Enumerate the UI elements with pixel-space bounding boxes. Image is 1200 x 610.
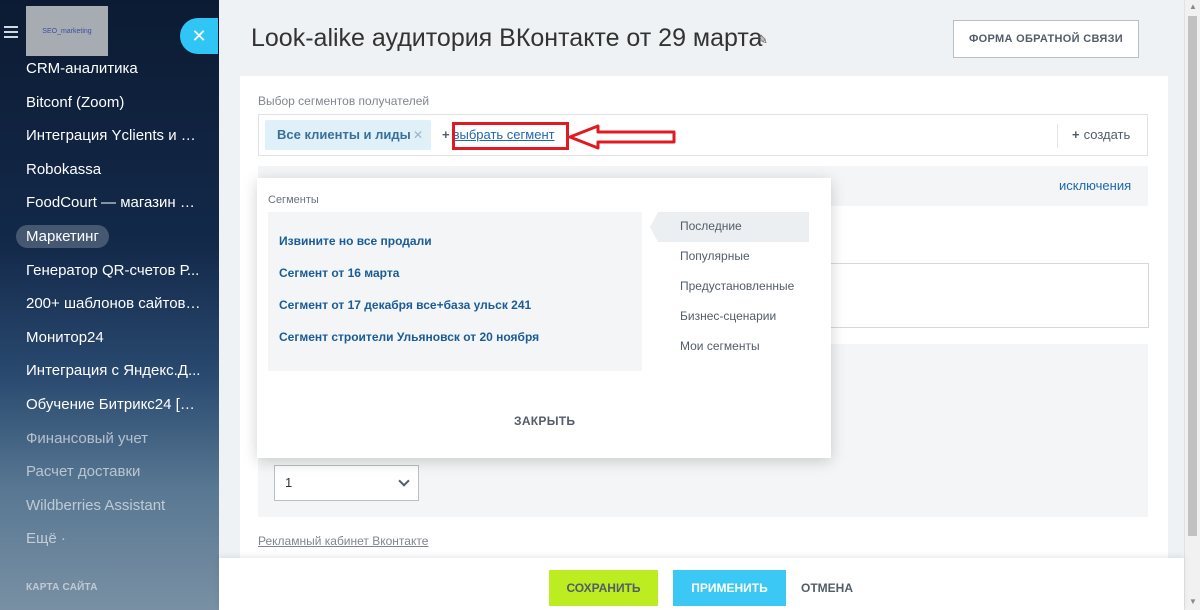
sidebar-menu: CRM-аналитика Bitconf (Zoom) Интеграция … [0, 52, 219, 556]
sitemap-link[interactable]: КАРТА САЙТА [26, 582, 98, 593]
segment-category-tabs: Последние Популярные Предустановленные Б… [650, 212, 809, 362]
annotation-arrow [568, 124, 676, 150]
close-slider-button[interactable]: ✕ [180, 18, 218, 54]
segment-item[interactable]: Извините но все продали [279, 234, 432, 248]
sidebar-item-bitrix-training[interactable]: Обучение Битрикс24 [E... [0, 388, 219, 422]
sidebar-item-label: Интеграция Yclients и Б... [26, 127, 204, 145]
remove-chip-icon[interactable]: ✕ [413, 120, 423, 150]
sidebar-item-delivery[interactable]: Расчет доставки [0, 455, 219, 489]
tab-preset[interactable]: Предустановленные [658, 272, 809, 302]
sidebar-item-label: Маркетинг [16, 224, 109, 248]
sidebar-item-crm-analytics[interactable]: CRM-аналитика [0, 52, 219, 86]
apply-button[interactable]: ПРИМЕНИТЬ [673, 570, 786, 606]
segment-item[interactable]: Сегмент строители Ульяновск от 20 ноября [279, 330, 539, 344]
sidebar-item-bitconf[interactable]: Bitconf (Zoom) [0, 86, 219, 120]
sidebar-item-label: Монитор24 [26, 328, 104, 346]
sidebar-item-wildberries[interactable]: Wildberries Assistant [0, 489, 219, 523]
sidebar-item-robokassa[interactable]: Robokassa [0, 153, 219, 187]
sidebar-item-more[interactable]: Ещё · [0, 522, 219, 556]
tab-popular[interactable]: Популярные [658, 242, 809, 272]
segments-popup: Сегменты Извините но все продали Сегмент… [257, 178, 831, 458]
feedback-form-button[interactable]: ФОРМА ОБРАТНОЙ СВЯЗИ [953, 20, 1139, 58]
save-button[interactable]: СОХРАНИТЬ [549, 570, 658, 606]
select-value: 1 [285, 475, 293, 490]
popup-close-button[interactable]: ЗАКРЫТЬ [514, 414, 575, 428]
scroll-down-icon[interactable]: ▼ [1189, 597, 1197, 606]
vk-ad-cabinet-link[interactable]: Рекламный кабинет Вконтакте [258, 534, 428, 548]
tab-recent[interactable]: Последние [650, 212, 809, 242]
sidebar-item-marketing[interactable]: Маркетинг [0, 220, 219, 254]
menu-burger-icon[interactable] [4, 26, 18, 38]
segment-chip-all-clients[interactable]: Все клиенты и лиды ✕ [265, 120, 431, 150]
segments-label: Выбор сегментов получателей [258, 94, 430, 108]
sidebar-item-label: 200+ шаблонов сайтов ... [26, 295, 203, 313]
edit-title-pencil-icon[interactable]: ✎ [757, 32, 771, 47]
segment-chip-label: Все клиенты и лиды [277, 127, 411, 142]
segment-item[interactable]: Сегмент от 16 марта [279, 266, 399, 280]
sidebar-item-label: Ещё · [26, 530, 66, 548]
create-label: создать [1083, 127, 1131, 142]
text-field[interactable] [820, 263, 1149, 328]
sidebar-item-label: Расчет доставки [26, 463, 141, 481]
sidebar-item-label: Robokassa [26, 160, 102, 178]
sidebar-item-qr-generator[interactable]: Генератор QR-счетов Р... [0, 254, 219, 288]
left-sidebar: SEO_marketing ✕ CRM-аналитика Bitconf (Z… [0, 0, 219, 610]
popup-label: Сегменты [268, 194, 319, 206]
sidebar-item-label: Wildberries Assistant [26, 496, 166, 514]
sidebar-item-label: Финансовый учет [26, 429, 149, 447]
close-icon: ✕ [191, 25, 207, 46]
page-title: Look-alike аудитория ВКонтакте от 29 мар… [251, 24, 763, 52]
company-logo[interactable]: SEO_marketing [26, 6, 108, 56]
sidebar-item-yclients[interactable]: Интеграция Yclients и Б... [0, 119, 219, 153]
plus-icon: + [1072, 127, 1080, 142]
sidebar-item-label: CRM-аналитика [26, 60, 138, 77]
sidebar-item-finance[interactable]: Финансовый учет [0, 422, 219, 456]
sidebar-item-label: Генератор QR-счетов Р... [26, 261, 200, 279]
annotation-highlight-box [452, 122, 569, 150]
create-segment-link[interactable]: + создать [1072, 127, 1130, 142]
tab-business-scenarios[interactable]: Бизнес-сценарии [658, 302, 809, 332]
number-select[interactable]: 1 [274, 465, 419, 501]
cancel-button[interactable]: ОТМЕНА [801, 581, 853, 595]
divider [1057, 124, 1058, 148]
plus-icon: + [442, 127, 450, 142]
sidebar-item-site-templates[interactable]: 200+ шаблонов сайтов ... [0, 287, 219, 321]
scrollbar-thumb[interactable] [1188, 16, 1197, 536]
sidebar-item-label: Обучение Битрикс24 [E... [26, 395, 203, 413]
page-scrollbar[interactable]: ▲ ▼ [1184, 0, 1200, 610]
sidebar-item-monitor24[interactable]: Монитор24 [0, 321, 219, 355]
chevron-down-icon [398, 475, 410, 487]
sidebar-item-foodcourt[interactable]: FoodCourt — магазин д... [0, 186, 219, 220]
logo-text: SEO_marketing [42, 27, 92, 35]
sidebar-item-label: FoodCourt — магазин д... [26, 194, 202, 212]
exclusions-link[interactable]: исключения [1059, 178, 1131, 193]
sidebar-item-label: Интеграция с Яндекс.Д... [26, 362, 201, 380]
tab-my-segments[interactable]: Мои сегменты [658, 332, 809, 362]
segment-list: Извините но все продали Сегмент от 16 ма… [268, 212, 642, 371]
sidebar-item-yandex-integration[interactable]: Интеграция с Яндекс.Д... [0, 354, 219, 388]
sidebar-item-label: Bitconf (Zoom) [26, 93, 125, 111]
segment-item[interactable]: Сегмент от 17 декабря все+база ульск 241 [279, 298, 531, 312]
scroll-up-icon[interactable]: ▲ [1189, 2, 1197, 11]
